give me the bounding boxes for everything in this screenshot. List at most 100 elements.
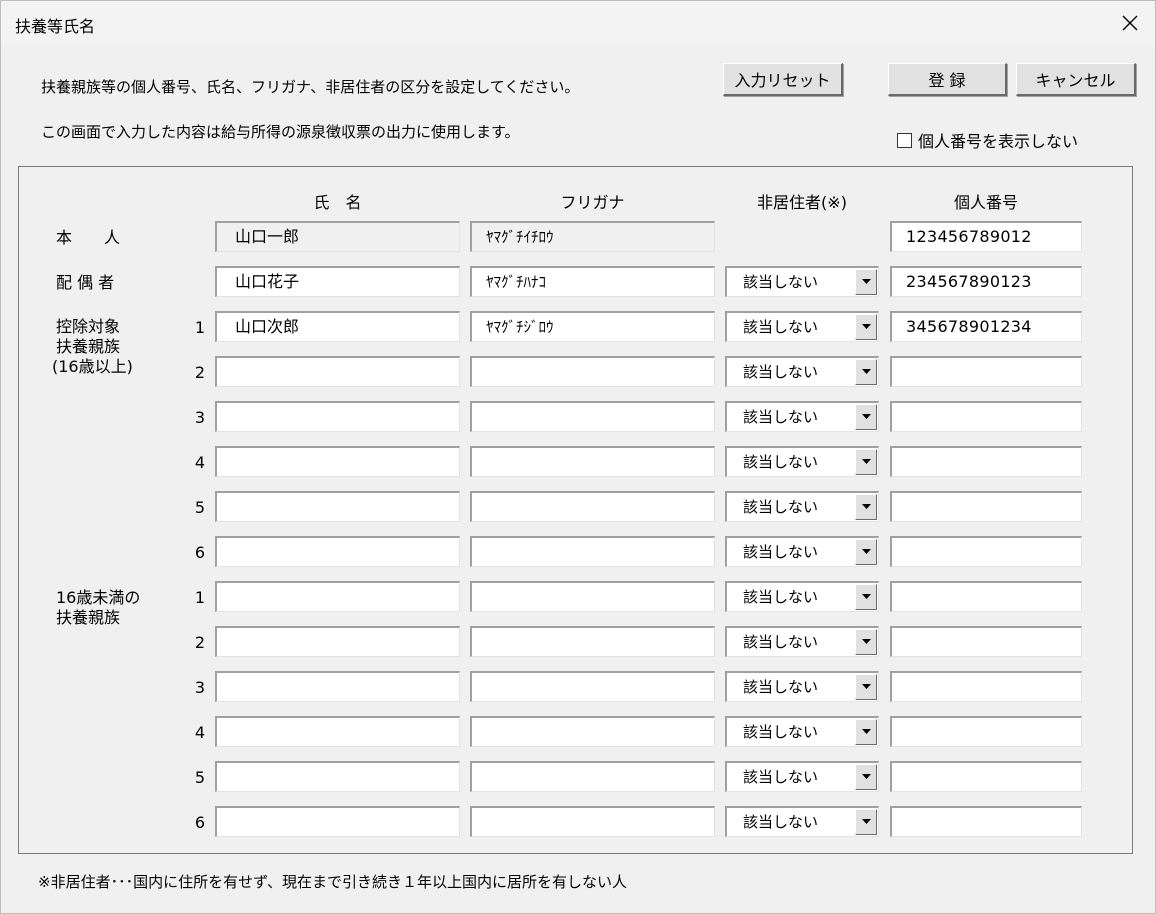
under16-id-number-field[interactable] bbox=[890, 716, 1082, 747]
under16-furigana-field[interactable] bbox=[470, 671, 715, 702]
dropdown-button[interactable] bbox=[855, 494, 877, 520]
under16-furigana-field[interactable] bbox=[470, 626, 715, 657]
dropdown-button[interactable] bbox=[855, 809, 877, 835]
self-name-field: 山口一郎 bbox=[215, 221, 460, 252]
dependent-id-number-field[interactable] bbox=[890, 356, 1082, 387]
under16-nonresident-select[interactable]: 該当しない bbox=[725, 581, 879, 612]
dependent-name-field[interactable] bbox=[215, 536, 460, 567]
under16-id-number-field[interactable] bbox=[890, 581, 1082, 612]
under16-name-field[interactable] bbox=[215, 671, 460, 702]
spouse-name-field[interactable]: 山口花子 bbox=[215, 266, 460, 297]
select-value: 該当しない bbox=[743, 768, 819, 786]
dependent-nonresident-select[interactable]: 該当しない bbox=[725, 401, 879, 432]
hide-id-number-checkbox[interactable]: 個人番号を表示しない bbox=[897, 128, 1078, 152]
window-title: 扶養等氏名 bbox=[15, 17, 96, 36]
under16-furigana-field[interactable] bbox=[470, 581, 715, 612]
select-value: 該当しない bbox=[743, 633, 819, 651]
row-number: 2 bbox=[194, 633, 206, 652]
spouse-id-number-field[interactable]: 234567890123 bbox=[890, 266, 1082, 297]
row-number: 5 bbox=[194, 768, 206, 787]
input-reset-button[interactable]: 入力リセット bbox=[723, 63, 843, 96]
dependent-id-number-field[interactable] bbox=[890, 536, 1082, 567]
self-furigana-field: ﾔﾏｸﾞﾁｲﾁﾛｳ bbox=[470, 221, 715, 252]
spouse-nonresident-select[interactable]: 該当しない bbox=[725, 266, 879, 297]
under16-id-number-field[interactable] bbox=[890, 806, 1082, 837]
header-name: 氏 名 bbox=[313, 193, 362, 212]
under16-id-number-field[interactable] bbox=[890, 761, 1082, 792]
hide-id-number-label: 個人番号を表示しない bbox=[918, 132, 1079, 151]
under16-furigana-field[interactable] bbox=[470, 716, 715, 747]
over16-label-line: 扶養親族 bbox=[56, 337, 121, 356]
dependent-name-field[interactable] bbox=[215, 401, 460, 432]
under16-nonresident-select[interactable]: 該当しない bbox=[725, 716, 879, 747]
under16-name-field[interactable] bbox=[215, 761, 460, 792]
dropdown-button[interactable] bbox=[855, 539, 877, 565]
dropdown-button[interactable] bbox=[855, 359, 877, 385]
under16-furigana-field[interactable] bbox=[470, 806, 715, 837]
dependent-furigana-field[interactable]: ﾔﾏｸﾞﾁｼﾞﾛｳ bbox=[470, 311, 715, 342]
dropdown-arrow-icon bbox=[861, 684, 871, 689]
dependent-nonresident-select[interactable]: 該当しない bbox=[725, 311, 879, 342]
dropdown-button[interactable] bbox=[855, 719, 877, 745]
dropdown-arrow-icon bbox=[861, 459, 871, 464]
under16-nonresident-select[interactable]: 該当しない bbox=[725, 626, 879, 657]
under16-name-field[interactable] bbox=[215, 806, 460, 837]
under16-nonresident-select[interactable]: 該当しない bbox=[725, 671, 879, 702]
close-button[interactable] bbox=[1111, 7, 1149, 39]
register-button[interactable]: 登 録 bbox=[888, 63, 1007, 96]
under16-name-field[interactable] bbox=[215, 716, 460, 747]
nonresident-footnote: ※非居住者･･･国内に住所を有せず、現在まで引き続き１年以上国内に居所を有しない… bbox=[38, 873, 628, 891]
under16-name-field[interactable] bbox=[215, 626, 460, 657]
dependent-name-field[interactable] bbox=[215, 356, 460, 387]
cancel-button[interactable]: キャンセル bbox=[1016, 63, 1136, 96]
under16-furigana-field[interactable] bbox=[470, 761, 715, 792]
dropdown-button[interactable] bbox=[855, 314, 877, 340]
dropdown-arrow-icon bbox=[861, 414, 871, 419]
dropdown-button[interactable] bbox=[855, 629, 877, 655]
dependent-nonresident-select[interactable]: 該当しない bbox=[725, 491, 879, 522]
dependent-name-field[interactable]: 山口次郎 bbox=[215, 311, 460, 342]
dropdown-button[interactable] bbox=[855, 404, 877, 430]
description-line-1: 扶養親族等の個人番号、氏名、フリガナ、非居住者の区分を設定してください。 bbox=[41, 78, 580, 96]
over16-group-label: 控除対象 扶養親族 (16歳以上) bbox=[52, 317, 133, 377]
dropdown-button[interactable] bbox=[855, 584, 877, 610]
under16-name-field[interactable] bbox=[215, 581, 460, 612]
under16-nonresident-select[interactable]: 該当しない bbox=[725, 761, 879, 792]
select-value: 該当しない bbox=[743, 273, 819, 291]
under16-id-number-field[interactable] bbox=[890, 671, 1082, 702]
self-label: 本 人 bbox=[56, 228, 121, 247]
dependent-name-field[interactable] bbox=[215, 446, 460, 477]
dependent-nonresident-select[interactable]: 該当しない bbox=[725, 356, 879, 387]
dependent-furigana-field[interactable] bbox=[470, 446, 715, 477]
dropdown-arrow-icon bbox=[861, 549, 871, 554]
dependent-furigana-field[interactable] bbox=[470, 491, 715, 522]
dropdown-button[interactable] bbox=[855, 269, 877, 295]
dependent-id-number-field[interactable] bbox=[890, 401, 1082, 432]
dependent-furigana-field[interactable] bbox=[470, 356, 715, 387]
checkbox-box[interactable] bbox=[897, 132, 912, 148]
dropdown-arrow-icon bbox=[861, 594, 871, 599]
dialog-window: 扶養等氏名 扶養親族等の個人番号、氏名、フリガナ、非居住者の区分を設定してくださ… bbox=[0, 0, 1156, 914]
select-value: 該当しない bbox=[743, 318, 819, 336]
under16-nonresident-select[interactable]: 該当しない bbox=[725, 806, 879, 837]
dependent-id-number-field[interactable] bbox=[890, 491, 1082, 522]
under16-id-number-field[interactable] bbox=[890, 626, 1082, 657]
under16-group-label: 16歳未満の 扶養親族 bbox=[56, 588, 140, 628]
dropdown-button[interactable] bbox=[855, 449, 877, 475]
select-value: 該当しない bbox=[743, 453, 819, 471]
dropdown-button[interactable] bbox=[855, 674, 877, 700]
self-id-number-field[interactable]: 123456789012 bbox=[890, 221, 1082, 252]
dependent-furigana-field[interactable] bbox=[470, 401, 715, 432]
dependent-nonresident-select[interactable]: 該当しない bbox=[725, 536, 879, 567]
spouse-furigana-field[interactable]: ﾔﾏｸﾞﾁﾊﾅｺ bbox=[470, 266, 715, 297]
dependent-furigana-field[interactable] bbox=[470, 536, 715, 567]
dependent-id-number-field[interactable]: 345678901234 bbox=[890, 311, 1082, 342]
header-id-number: 個人番号 bbox=[953, 193, 1018, 212]
row-number: 6 bbox=[194, 813, 206, 832]
dropdown-button[interactable] bbox=[855, 764, 877, 790]
row-number: 5 bbox=[194, 498, 206, 517]
dependent-id-number-field[interactable] bbox=[890, 446, 1082, 477]
dependent-name-field[interactable] bbox=[215, 491, 460, 522]
under16-label-line: 扶養親族 bbox=[56, 608, 121, 627]
dependent-nonresident-select[interactable]: 該当しない bbox=[725, 446, 879, 477]
